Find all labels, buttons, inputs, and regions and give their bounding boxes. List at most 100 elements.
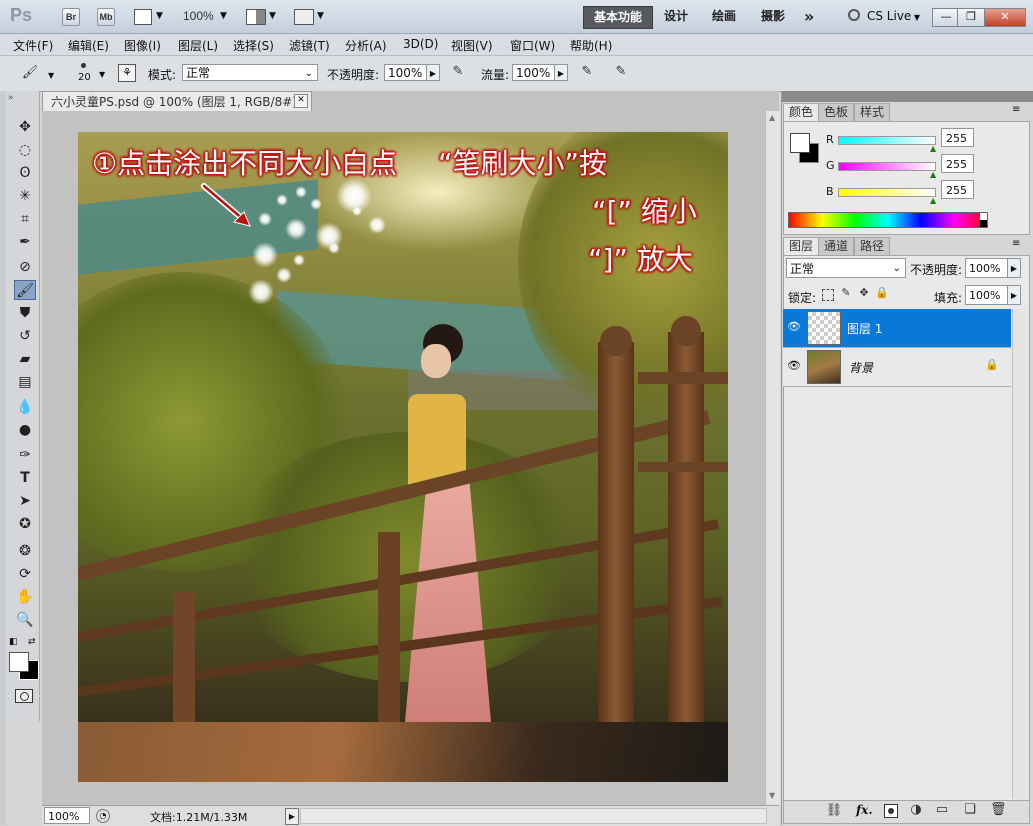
menu-file[interactable]: 文件(F) <box>13 37 53 54</box>
adjustment-layer-icon[interactable]: ◑ <box>908 802 924 817</box>
blue-value-input[interactable]: 255 <box>941 180 974 199</box>
tablet-size-icon[interactable]: ✎ <box>612 64 630 79</box>
green-value-input[interactable]: 255 <box>941 154 974 173</box>
lock-transparent-icon[interactable] <box>822 289 834 301</box>
brush-tool-preset-icon[interactable]: 🖌 <box>19 65 41 80</box>
flow-slider-button[interactable]: ▶ <box>554 64 568 81</box>
tab-layers[interactable]: 图层 <box>783 237 820 255</box>
lock-pixels-icon[interactable]: ✎ <box>839 286 853 299</box>
close-window-button[interactable]: ✕ <box>984 8 1026 27</box>
delete-layer-icon[interactable]: 🗑 <box>990 802 1007 817</box>
panel-menu-icon[interactable]: ≡ <box>1012 238 1020 249</box>
close-icon[interactable]: ✕ <box>294 94 308 108</box>
path-selection-tool-icon[interactable]: ➤ <box>14 491 36 511</box>
panel-menu-icon[interactable]: ≡ <box>1012 104 1020 115</box>
collapse-arrows-icon[interactable]: » <box>8 93 14 103</box>
horizontal-scrollbar[interactable] <box>300 808 767 824</box>
airbrush-icon[interactable]: ✎ <box>578 64 596 79</box>
shape-tool-icon[interactable]: ✪ <box>14 514 36 534</box>
minimize-button[interactable]: — <box>932 8 960 27</box>
red-slider[interactable] <box>838 136 936 145</box>
layer-style-fx-button[interactable]: fx. <box>856 803 873 817</box>
maximize-button[interactable]: ❐ <box>957 8 985 27</box>
more-workspaces-button[interactable]: » <box>804 6 814 27</box>
menu-view[interactable]: 视图(V) <box>451 37 493 54</box>
layer-name[interactable]: 图层 1 <box>847 320 882 337</box>
menu-help[interactable]: 帮助(H) <box>570 37 612 54</box>
lasso-tool-icon[interactable]: ʘ <box>14 163 36 183</box>
layer-row-background[interactable]: 👁 背景 🔒 <box>783 348 1011 387</box>
brush-tool-icon[interactable]: 🖌 <box>14 280 36 300</box>
visibility-eye-icon[interactable]: 👁 <box>787 320 801 333</box>
cs-live-icon[interactable] <box>848 9 860 21</box>
canvas-image[interactable]: ①点击涂出不同大小白点 “笔刷大小”按 “[” 缩小 “]” 放大 <box>78 132 728 782</box>
healing-brush-tool-icon[interactable]: ⊘ <box>14 257 36 277</box>
workspace-painting[interactable]: 绘画 <box>712 6 736 27</box>
foreground-color-swatch[interactable] <box>9 652 29 672</box>
hand-tool-icon[interactable]: ✋ <box>14 587 36 607</box>
layer-name[interactable]: 背景 <box>849 359 873 376</box>
eraser-tool-icon[interactable]: ▰ <box>14 349 36 369</box>
3d-rotate-tool-icon[interactable]: ❂ <box>14 541 36 561</box>
chevron-down-icon[interactable]: ▼ <box>269 11 276 21</box>
marquee-tool-icon[interactable]: ◌ <box>14 140 36 160</box>
clone-stamp-tool-icon[interactable]: ⛊ <box>14 303 36 323</box>
green-slider-handle[interactable]: ▲ <box>930 170 936 179</box>
swap-colors-icon[interactable]: ⇄ <box>28 637 36 647</box>
menu-filter[interactable]: 滤镜(T) <box>289 37 330 54</box>
tab-paths[interactable]: 路径 <box>854 237 891 255</box>
add-mask-icon[interactable] <box>884 804 898 818</box>
blue-slider[interactable] <box>838 188 936 197</box>
blend-mode-select[interactable]: 正常 ⌄ <box>182 64 318 81</box>
tab-swatches[interactable]: 色板 <box>818 103 855 121</box>
type-tool-icon[interactable]: T <box>14 468 36 488</box>
menu-layer[interactable]: 图层(L) <box>178 37 218 54</box>
bridge-button[interactable]: Br <box>62 8 80 26</box>
quick-mask-icon[interactable] <box>15 689 33 703</box>
layer-opacity-slider-button[interactable]: ▶ <box>1007 258 1021 278</box>
new-layer-icon[interactable]: ❏ <box>962 802 978 817</box>
default-colors-icon[interactable]: ◧ <box>9 637 18 647</box>
dodge-tool-icon[interactable]: ● <box>14 420 36 440</box>
lock-all-icon[interactable]: 🔒 <box>875 286 889 299</box>
document-tab[interactable]: 六小灵童PS.psd @ 100% (图层 1, RGB/8#) * <box>42 91 312 111</box>
menu-analysis[interactable]: 分析(A) <box>345 37 387 54</box>
tablet-opacity-icon[interactable]: ✎ <box>449 64 467 79</box>
status-menu-arrow-icon[interactable]: ▶ <box>285 808 299 825</box>
zoom-select[interactable]: 100% <box>183 9 214 23</box>
spectrum-black-chip[interactable] <box>980 220 987 227</box>
move-tool-icon[interactable]: ✥ <box>14 117 36 137</box>
visibility-eye-icon[interactable]: 👁 <box>787 359 801 372</box>
spectrum-white-chip[interactable] <box>980 213 987 220</box>
history-brush-tool-icon[interactable]: ↺ <box>14 326 36 346</box>
blur-tool-icon[interactable]: 💧 <box>14 397 36 417</box>
tab-channels[interactable]: 通道 <box>818 237 855 255</box>
zoom-field[interactable]: 100% <box>44 807 90 824</box>
chevron-down-icon[interactable]: ▼ <box>220 11 227 21</box>
green-slider[interactable] <box>838 162 936 171</box>
chevron-down-icon[interactable]: ▼ <box>99 70 105 79</box>
gradient-tool-icon[interactable]: ▤ <box>14 372 36 392</box>
new-group-icon[interactable]: ▭ <box>934 802 950 817</box>
vertical-scrollbar[interactable]: ▲ ▼ <box>765 111 780 806</box>
layer-opacity-input[interactable]: 100% <box>965 258 1008 278</box>
layer-blend-mode-select[interactable]: 正常 ⌄ <box>786 258 906 278</box>
mini-bridge-button[interactable]: Mb <box>97 8 115 26</box>
opacity-slider-button[interactable]: ▶ <box>426 64 440 81</box>
chevron-down-icon[interactable]: ▼ <box>48 71 54 80</box>
fill-slider-button[interactable]: ▶ <box>1007 285 1021 305</box>
cs-live-menu[interactable]: CS Live ▼ <box>867 9 920 23</box>
tab-color[interactable]: 颜色 <box>783 103 820 121</box>
brush-panel-icon[interactable]: ⚘ <box>118 64 136 82</box>
fill-input[interactable]: 100% <box>965 285 1008 305</box>
workspace-design[interactable]: 设计 <box>664 6 688 27</box>
lock-position-icon[interactable]: ✥ <box>857 286 871 299</box>
red-slider-handle[interactable]: ▲ <box>930 144 936 153</box>
workspace-essentials[interactable]: 基本功能 <box>583 6 654 29</box>
link-layers-icon[interactable]: ⛓ <box>825 803 843 818</box>
foreground-color-chip[interactable] <box>790 133 810 153</box>
arrange-documents-icon[interactable] <box>246 9 266 25</box>
workspace-photography[interactable]: 摄影 <box>761 6 785 27</box>
menu-3d[interactable]: 3D(D) <box>403 37 438 51</box>
blue-slider-handle[interactable]: ▲ <box>930 196 936 205</box>
